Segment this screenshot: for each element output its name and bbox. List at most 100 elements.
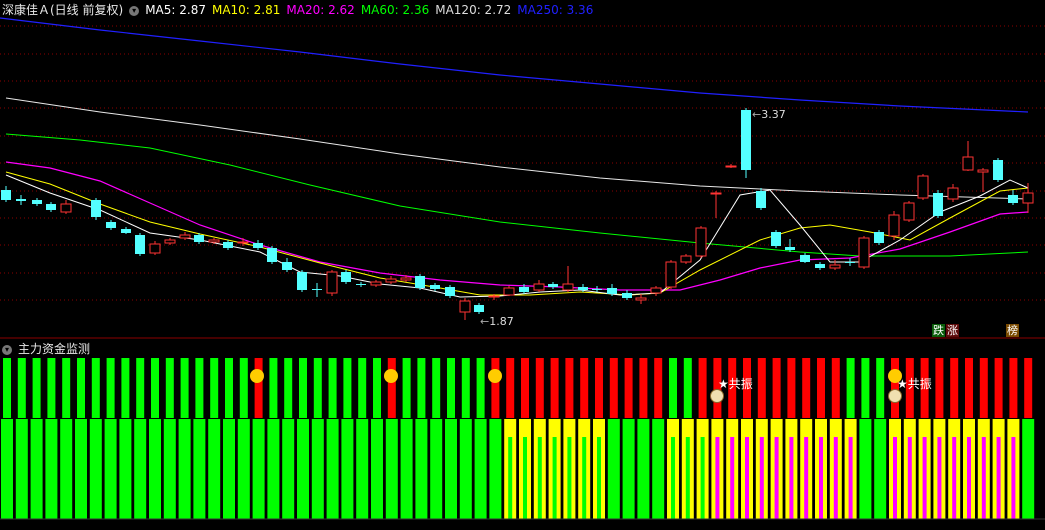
flow-bar xyxy=(311,358,324,519)
candle[interactable] xyxy=(874,230,884,245)
candle[interactable] xyxy=(60,200,72,214)
candle[interactable] xyxy=(680,254,692,264)
candle[interactable] xyxy=(947,184,959,202)
candle[interactable] xyxy=(548,282,558,289)
candle[interactable] xyxy=(993,158,1003,182)
flow-bar xyxy=(149,358,161,519)
candle[interactable] xyxy=(149,241,161,255)
candle[interactable] xyxy=(385,276,397,284)
candle[interactable] xyxy=(771,230,781,248)
flow-bar xyxy=(415,358,428,519)
candle[interactable] xyxy=(845,258,855,266)
flow-bar xyxy=(504,358,517,519)
candle[interactable] xyxy=(1008,190,1018,205)
candle[interactable] xyxy=(503,286,515,296)
candle[interactable] xyxy=(121,227,131,234)
flow-bar xyxy=(474,358,487,519)
candle[interactable] xyxy=(562,266,574,292)
flow-bar xyxy=(60,358,73,519)
chevron-down-icon[interactable]: ▾ xyxy=(2,344,12,355)
ma120-line xyxy=(5,97,1029,200)
candle[interactable] xyxy=(237,238,249,246)
candle[interactable] xyxy=(326,270,338,296)
flow-bar xyxy=(459,358,472,519)
ma10-indicator: MA10: 2.81 xyxy=(211,3,281,17)
candle[interactable] xyxy=(933,190,943,218)
candle[interactable] xyxy=(135,233,145,256)
candle[interactable] xyxy=(297,270,307,292)
flow-bar xyxy=(75,358,87,519)
candle[interactable] xyxy=(650,286,662,296)
flow-bar xyxy=(815,358,827,519)
candle[interactable] xyxy=(370,280,382,287)
candle[interactable] xyxy=(46,202,56,212)
candle[interactable] xyxy=(977,168,989,192)
candle[interactable] xyxy=(815,262,825,270)
tag-zhang[interactable]: 涨 xyxy=(946,324,959,337)
candle[interactable] xyxy=(710,191,722,218)
candle[interactable] xyxy=(858,236,870,269)
flow-bar xyxy=(800,358,813,519)
resonance-label-2: ★共振 xyxy=(897,377,932,391)
candle[interactable] xyxy=(917,174,929,200)
flow-bar xyxy=(578,358,591,519)
candle[interactable] xyxy=(695,226,707,258)
stock-chart-canvas[interactable] xyxy=(0,0,1045,530)
flow-bar xyxy=(977,358,990,519)
candle[interactable] xyxy=(903,201,915,222)
candle[interactable] xyxy=(474,303,484,314)
ma250-line xyxy=(0,17,1029,113)
candle[interactable] xyxy=(267,246,277,264)
ma120-indicator: MA120: 2.72 xyxy=(435,3,512,17)
flow-bar xyxy=(667,358,679,519)
candle[interactable] xyxy=(756,188,766,210)
ma5-indicator: MA5: 2.87 xyxy=(145,3,206,17)
flow-bar xyxy=(30,358,43,519)
ma20-indicator: MA20: 2.62 xyxy=(286,3,355,17)
flow-bar xyxy=(681,358,694,519)
candle[interactable] xyxy=(430,283,440,291)
candle[interactable] xyxy=(459,298,471,320)
candle[interactable] xyxy=(223,240,233,250)
flow-bar xyxy=(445,358,457,519)
sub-panel-title[interactable]: 主力资金监测 xyxy=(18,342,90,356)
high-price-label: ←3.37 xyxy=(752,108,786,121)
candle[interactable] xyxy=(282,258,292,272)
candle[interactable] xyxy=(415,274,425,290)
stock-title[interactable]: 深康佳Ａ(日线 前复权) xyxy=(2,3,123,17)
candle[interactable] xyxy=(533,280,545,292)
candle[interactable] xyxy=(16,195,26,205)
flow-bar xyxy=(652,358,665,519)
capital-flow-bars xyxy=(0,358,1045,520)
candle[interactable] xyxy=(592,286,602,292)
candle[interactable] xyxy=(1022,183,1034,213)
flow-bar xyxy=(45,358,58,519)
candle[interactable] xyxy=(888,211,900,240)
flow-bar xyxy=(341,358,354,519)
candle[interactable] xyxy=(741,108,751,178)
candle[interactable] xyxy=(253,240,263,250)
candle[interactable] xyxy=(32,198,42,206)
candle[interactable] xyxy=(725,164,737,168)
flow-bar xyxy=(874,358,887,519)
chevron-down-icon[interactable]: ▾ xyxy=(129,5,140,16)
candle[interactable] xyxy=(785,239,795,252)
candle[interactable] xyxy=(962,141,974,171)
candle[interactable] xyxy=(622,290,632,300)
candle[interactable] xyxy=(341,270,351,284)
tag-die[interactable]: 跌 xyxy=(932,324,945,337)
flow-bar xyxy=(755,358,768,519)
tag-bang[interactable]: 榜 xyxy=(1006,324,1019,337)
candle[interactable] xyxy=(106,220,116,230)
candle[interactable] xyxy=(91,198,101,220)
candle[interactable] xyxy=(356,282,366,287)
flow-bar xyxy=(104,358,117,519)
candle[interactable] xyxy=(1,186,11,202)
flow-bar xyxy=(326,358,339,519)
candle[interactable] xyxy=(665,260,677,289)
candle[interactable] xyxy=(164,238,176,245)
price-grid xyxy=(0,25,1045,301)
candle[interactable] xyxy=(635,294,647,304)
candle[interactable] xyxy=(312,283,322,297)
candle[interactable] xyxy=(800,253,810,263)
